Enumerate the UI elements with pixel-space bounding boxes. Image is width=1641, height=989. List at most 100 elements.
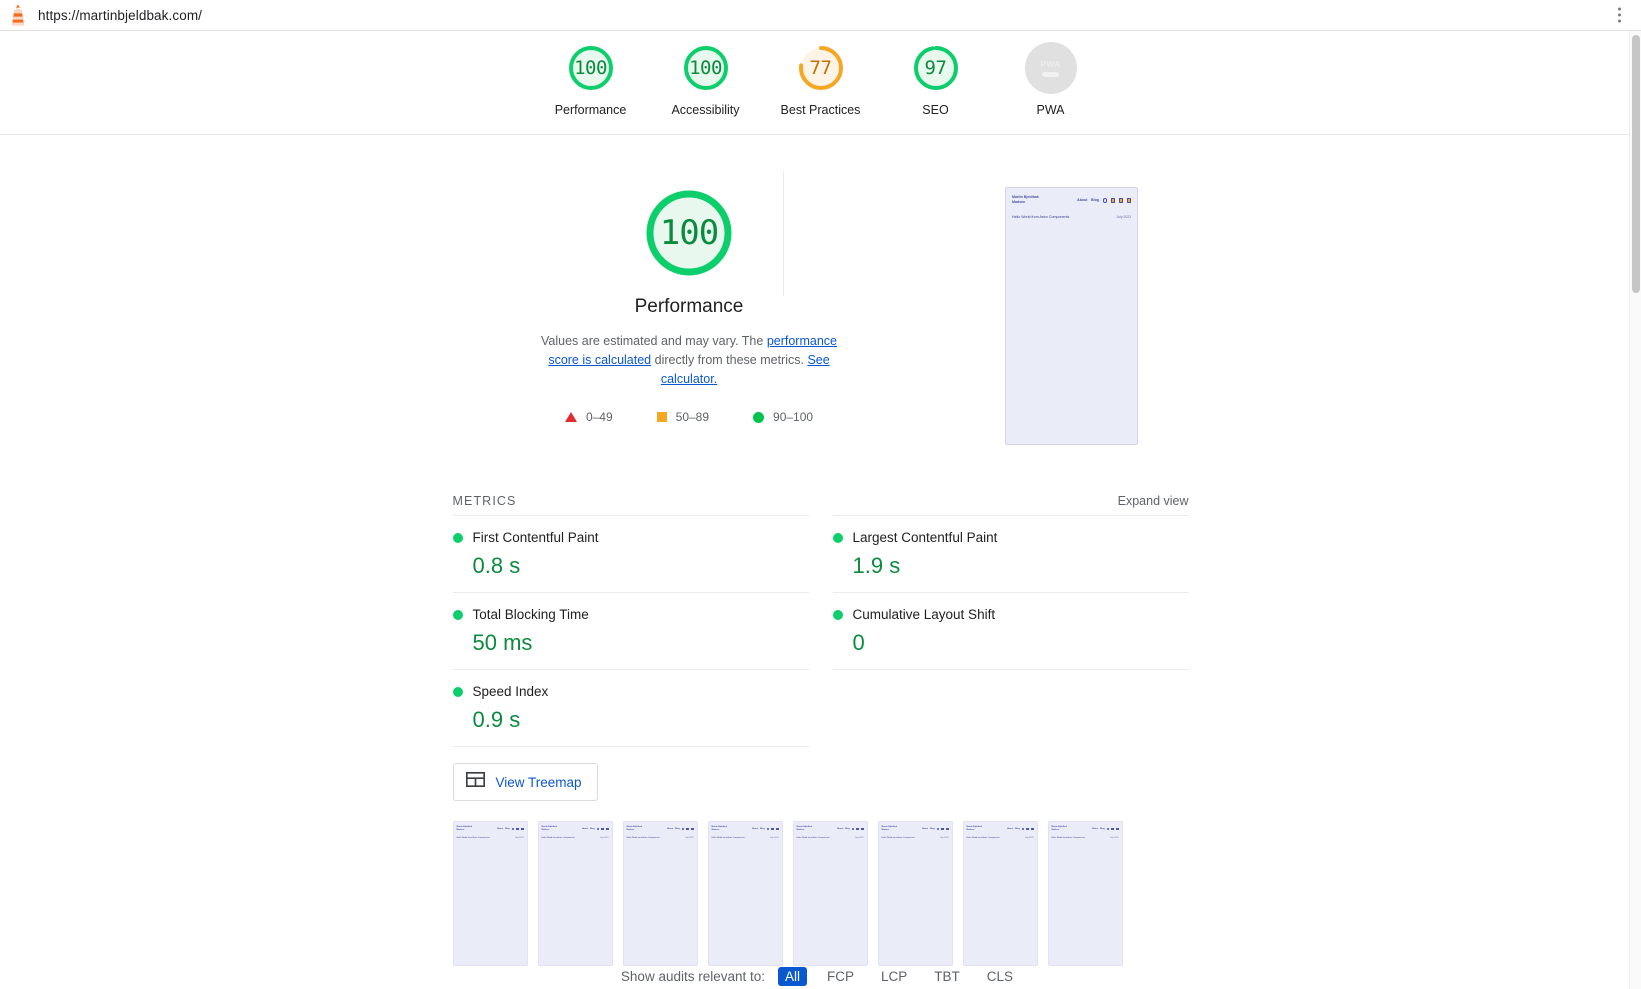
performance-gauge: 100	[643, 187, 735, 279]
metric-label: Largest Contentful Paint	[853, 530, 998, 545]
gauge-accessibility: 100	[680, 42, 732, 94]
pwa-abbr: PWA	[1041, 59, 1061, 69]
category-scores-strip: 100 Performance 100 Accessibility 77 Bes…	[0, 31, 1641, 135]
scrollbar-thumb[interactable]	[1632, 35, 1640, 293]
score-label: SEO	[922, 103, 948, 117]
score-label: Accessibility	[671, 103, 739, 117]
thumb-nav-about: About	[922, 828, 928, 830]
score-item-performance[interactable]: 100 Performance	[533, 42, 648, 117]
report-body: 100 Performance Values are estimated and…	[0, 135, 1641, 988]
email-icon	[776, 828, 779, 831]
thumb-nav-about: About	[497, 828, 503, 830]
email-icon	[1116, 828, 1119, 831]
score-item-pwa[interactable]: PWA PWA	[993, 42, 1108, 117]
metric-value: 0.9 s	[473, 707, 809, 733]
filmstrip-thumbnail: Martin BjeldbakMadsenAboutBlog Hello Wor…	[1048, 821, 1123, 966]
metrics-title: METRICS	[453, 494, 517, 508]
github-icon	[937, 828, 940, 831]
preview-post-date: July 2023	[1116, 215, 1131, 219]
preview-brand: Martin Bjeldbak Madsen	[1012, 195, 1039, 206]
linkedin-icon	[516, 828, 519, 831]
metric-cumulative-layout-shift[interactable]: Cumulative Layout Shift 0	[833, 592, 1189, 669]
lighthouse-icon	[8, 4, 28, 26]
thumb-post-date: July 2023	[685, 837, 694, 839]
view-treemap-button[interactable]: View Treemap	[453, 763, 598, 801]
thumb-nav-blog: Blog	[590, 828, 595, 830]
metric-first-contentful-paint[interactable]: First Contentful Paint 0.8 s	[453, 515, 809, 592]
hero-left-column: 100 Performance Values are estimated and…	[503, 187, 875, 424]
github-icon	[767, 828, 770, 831]
metric-value: 0.8 s	[473, 553, 809, 579]
score-item-seo[interactable]: 97 SEO	[878, 42, 993, 117]
metric-speed-index[interactable]: Speed Index 0.9 s	[453, 669, 809, 746]
score-legend: 0–49 50–89 90–100	[565, 410, 813, 424]
gauge-value: 100	[689, 59, 722, 78]
preview-post-title: Hello World from Astro Components	[1012, 215, 1069, 219]
thumb-post-title: Hello World from Astro Components	[1052, 837, 1085, 839]
filter-pill-lcp[interactable]: LCP	[874, 967, 914, 986]
square-icon	[657, 412, 667, 422]
screenshot-filmstrip: Martin BjeldbakMadsenAboutBlog Hello Wor…	[453, 821, 1189, 966]
filter-pill-tbt[interactable]: TBT	[927, 967, 967, 986]
email-icon	[691, 828, 694, 831]
filmstrip-thumbnail: Martin BjeldbakMadsenAboutBlog Hello Wor…	[793, 821, 868, 966]
metric-header: Cumulative Layout Shift	[833, 607, 1189, 622]
github-icon	[682, 828, 685, 831]
metrics-bottom-rule	[453, 746, 809, 747]
hero-title: Performance	[635, 296, 744, 318]
page-scrollbar[interactable]	[1629, 31, 1641, 989]
preview-nav-about: About	[1077, 198, 1087, 202]
linkedin-icon	[941, 828, 944, 831]
score-label: PWA	[1036, 103, 1064, 117]
desc-text-2: directly from these metrics.	[651, 353, 807, 367]
thumb-brand-line2: Madsen	[1052, 829, 1067, 832]
kebab-menu-icon[interactable]	[1615, 4, 1624, 27]
status-dot-pass-icon	[833, 610, 843, 620]
thumb-brand-line2: Madsen	[457, 829, 472, 832]
thumb-nav-about: About	[582, 828, 588, 830]
filter-pill-cls[interactable]: CLS	[980, 967, 1020, 986]
thumb-nav-about: About	[1092, 828, 1098, 830]
score-item-best-practices[interactable]: 77 Best Practices	[763, 42, 878, 117]
thumb-post-date: July 2023	[770, 837, 779, 839]
thumb-post-date: July 2023	[1025, 837, 1034, 839]
filmstrip-thumbnail: Martin BjeldbakMadsenAboutBlog Hello Wor…	[878, 821, 953, 966]
status-dot-pass-icon	[453, 610, 463, 620]
filter-pill-all[interactable]: All	[778, 967, 807, 986]
score-item-accessibility[interactable]: 100 Accessibility	[648, 42, 763, 117]
thumb-brand-line2: Madsen	[627, 829, 642, 832]
expand-view-button[interactable]: Expand view	[1118, 494, 1189, 508]
metric-header: Speed Index	[453, 684, 809, 699]
thumb-post-title: Hello World from Astro Components	[882, 837, 915, 839]
preview-nav: Martin Bjeldbak Madsen About Blog	[1006, 188, 1137, 206]
gauge-value: 97	[925, 59, 947, 78]
metric-label: Cumulative Layout Shift	[853, 607, 996, 622]
thumb-nav-about: About	[752, 828, 758, 830]
thumb-post-title: Hello World from Astro Components	[542, 837, 575, 839]
legend-item-pass: 90–100	[753, 410, 813, 424]
preview-post-row: Hello World from Astro Components July 2…	[1006, 206, 1137, 219]
metric-header: First Contentful Paint	[453, 530, 809, 545]
filter-pill-fcp[interactable]: FCP	[820, 967, 861, 986]
thumb-nav-about: About	[667, 828, 673, 830]
github-icon	[1103, 198, 1108, 203]
linkedin-icon	[856, 828, 859, 831]
metric-label: First Contentful Paint	[473, 530, 599, 545]
audit-filter-bar: Show audits relevant to: All FCP LCP TBT…	[0, 967, 1641, 986]
circle-icon	[753, 412, 764, 423]
hero-divider	[783, 171, 784, 296]
metric-label: Speed Index	[473, 684, 549, 699]
preview-brand-line2: Madsen	[1012, 200, 1039, 205]
legend-range: 90–100	[773, 410, 813, 424]
filmstrip-thumbnail: Martin BjeldbakMadsenAboutBlog Hello Wor…	[708, 821, 783, 966]
email-icon	[1119, 198, 1124, 203]
metrics-column-left: First Contentful Paint 0.8 s Total Block…	[453, 515, 809, 747]
email-icon	[946, 828, 949, 831]
thumb-nav-blog: Blog	[760, 828, 765, 830]
preview-nav-blog: Blog	[1091, 198, 1099, 202]
metric-total-blocking-time[interactable]: Total Blocking Time 50 ms	[453, 592, 809, 669]
rss-icon	[1127, 198, 1132, 203]
gauge-best-practices: 77	[795, 42, 847, 94]
thumb-post-title: Hello World from Astro Components	[712, 837, 745, 839]
metric-largest-contentful-paint[interactable]: Largest Contentful Paint 1.9 s	[833, 515, 1189, 592]
